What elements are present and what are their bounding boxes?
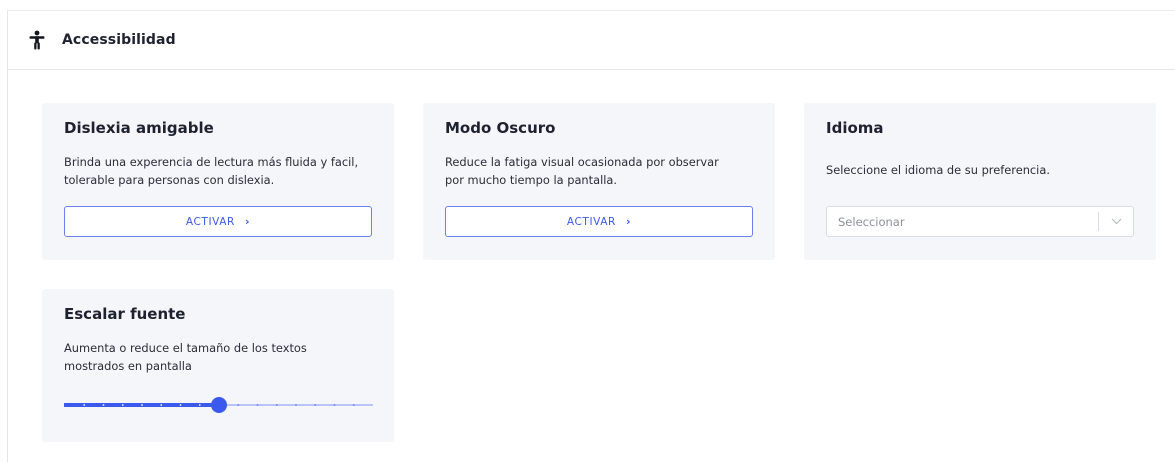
font-size-slider[interactable] [64,395,374,415]
accessibility-icon [28,30,46,50]
font-scale-description: Aumenta o reduce el tamaño de los textos… [64,339,307,375]
language-select[interactable]: Seleccionar [826,206,1134,237]
dark-mode-card: Modo Oscuro Reduce la fatiga visual ocas… [423,103,775,260]
slider-step-mark [275,404,278,406]
activate-dyslexia-button[interactable]: ACTIVAR › [64,206,372,237]
slider-step-mark [160,404,163,406]
dyslexia-description-line1: Brinda una experencia de lectura más flu… [64,155,359,169]
dyslexia-title: Dislexia amigable [64,119,214,137]
language-select-value: Seleccionar [838,214,905,229]
dark-mode-description-line1: Reduce la fatiga visual ocasionada por o… [445,155,719,169]
slider-step-mark [333,404,336,406]
font-scale-description-line2: mostrados en pantalla [64,359,192,373]
language-card: Idioma Seleccione el idioma de su prefer… [804,103,1156,260]
slider-step-mark [237,404,240,406]
slider-step-mark [141,404,143,406]
slider-step-mark [179,404,182,406]
language-title: Idioma [826,119,884,137]
slider-step-mark [121,404,124,406]
slider-step-mark [295,404,297,406]
font-scale-card: Escalar fuente Aumenta o reduce el tamañ… [42,289,394,442]
dyslexia-description-line2: tolerable para personas con dislexia. [64,173,275,187]
slider-step-mark [352,404,355,406]
activate-dark-mode-label: ACTIVAR [566,215,616,228]
chevron-down-icon[interactable] [1099,218,1133,225]
chevron-right-icon: › [244,215,251,228]
font-scale-description-line1: Aumenta o reduce el tamaño de los textos [64,341,307,355]
slider-step-mark [198,404,201,406]
slider-thumb[interactable] [211,397,227,413]
dark-mode-description: Reduce la fatiga visual ocasionada por o… [445,153,719,189]
activate-dyslexia-label: ACTIVAR [185,215,235,228]
font-scale-title: Escalar fuente [64,305,186,323]
language-description: Seleccione el idioma de su preferencia. [826,163,1050,177]
dark-mode-title: Modo Oscuro [445,119,556,137]
slider-step-mark [314,404,317,406]
slider-step-mark [83,404,86,406]
dark-mode-description-line2: por mucho tiempo la pantalla. [445,173,618,187]
dyslexia-card: Dislexia amigable Brinda una experencia … [42,103,394,260]
slider-step-mark [102,404,105,406]
chevron-right-icon: › [625,215,632,228]
panel-header: Accessibilidad [8,11,1175,70]
dyslexia-description: Brinda una experencia de lectura más flu… [64,153,358,189]
accessibility-panel: Accessibilidad Dislexia amigable Brinda … [7,10,1175,462]
activate-dark-mode-button[interactable]: ACTIVAR › [445,206,753,237]
page-title: Accessibilidad [62,32,176,48]
slider-step-mark [256,404,259,406]
